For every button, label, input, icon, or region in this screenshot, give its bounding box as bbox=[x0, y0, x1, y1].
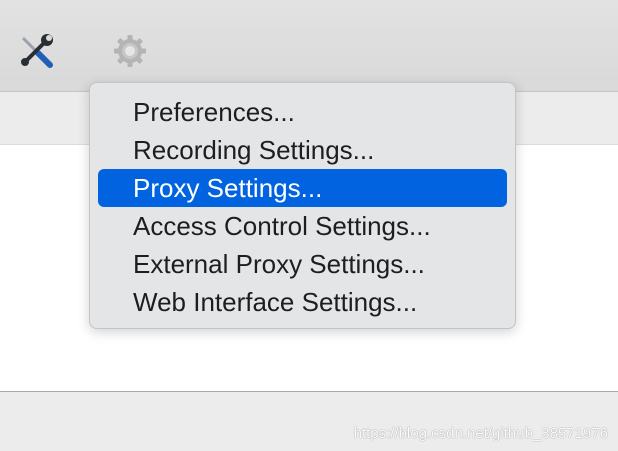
toolbar bbox=[0, 0, 618, 92]
menu-item-access-control-settings[interactable]: Access Control Settings... bbox=[98, 207, 507, 245]
menu-item-proxy-settings[interactable]: Proxy Settings... bbox=[98, 169, 507, 207]
menu-item-recording-settings[interactable]: Recording Settings... bbox=[98, 131, 507, 169]
watermark-text: https://blog.csdn.net/github_38571976 bbox=[353, 425, 608, 442]
menu-item-web-interface-settings[interactable]: Web Interface Settings... bbox=[98, 283, 507, 321]
menu-item-external-proxy-settings[interactable]: External Proxy Settings... bbox=[98, 245, 507, 283]
tools-button[interactable] bbox=[16, 31, 56, 71]
bottom-bar: https://blog.csdn.net/github_38571976 bbox=[0, 391, 618, 451]
settings-dropdown-menu: Preferences... Recording Settings... Pro… bbox=[89, 82, 516, 329]
menu-item-preferences[interactable]: Preferences... bbox=[98, 93, 507, 131]
wrench-screwdriver-icon bbox=[21, 34, 53, 68]
gear-icon bbox=[114, 35, 146, 67]
settings-button[interactable] bbox=[110, 31, 150, 71]
